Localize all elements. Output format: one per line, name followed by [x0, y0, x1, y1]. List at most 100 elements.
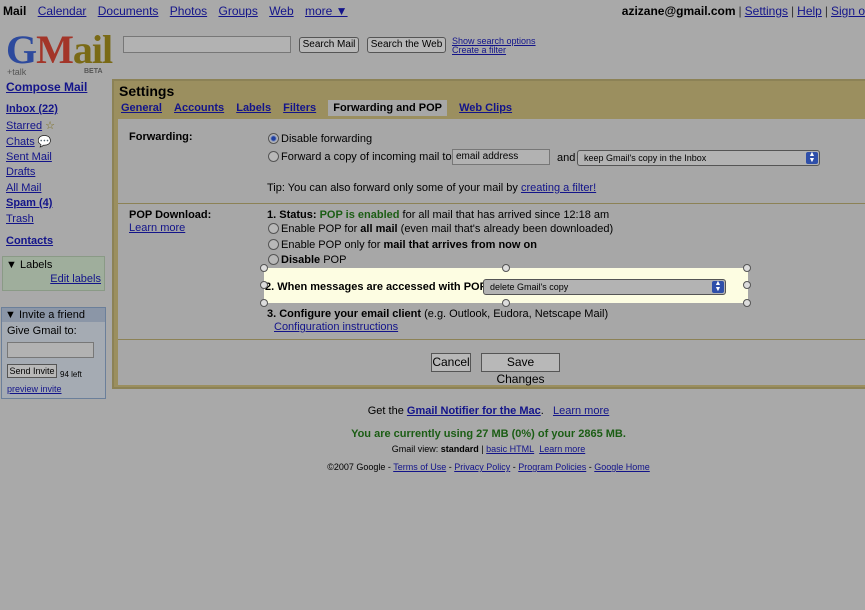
- tab-filters[interactable]: Filters: [283, 102, 316, 114]
- selection-handle[interactable]: [743, 281, 751, 289]
- view-learn-more-link[interactable]: Learn more: [539, 444, 585, 454]
- disable-forwarding-option[interactable]: Disable forwarding: [268, 133, 372, 145]
- forward-email-field[interactable]: email address: [452, 149, 550, 165]
- topnav-groups[interactable]: Groups: [218, 4, 257, 18]
- tab-web-clips[interactable]: Web Clips: [459, 102, 512, 114]
- sidebar-item-sent-mail[interactable]: Sent Mail: [6, 151, 52, 163]
- forward-copy-select[interactable]: keep Gmail's copy in the Inbox ▲ ▼: [577, 150, 820, 166]
- invite-email-input[interactable]: [7, 342, 94, 358]
- send-invite-button[interactable]: Send Invite: [7, 364, 57, 378]
- selection-handle[interactable]: [502, 299, 510, 307]
- sidebar-item-drafts[interactable]: Drafts: [6, 166, 35, 178]
- help-link[interactable]: Help: [797, 4, 822, 18]
- tab-accounts[interactable]: Accounts: [174, 102, 224, 114]
- pop-enabled-status: POP is enabled: [319, 209, 400, 221]
- and-label: and: [557, 152, 576, 164]
- radio-selected-icon[interactable]: [268, 133, 279, 144]
- radio-icon[interactable]: [268, 223, 279, 234]
- creating-filter-link[interactable]: creating a filter!: [521, 182, 596, 194]
- sidebar-item-starred[interactable]: Starred ☆: [6, 119, 55, 132]
- logo-m: M: [36, 27, 74, 72]
- gmail-logo[interactable]: GMail +talk BETA: [4, 27, 113, 78]
- tab-general[interactable]: General: [121, 102, 162, 114]
- selection-handle[interactable]: [260, 281, 268, 289]
- selection-handle[interactable]: [502, 264, 510, 272]
- search-web-button[interactable]: Search the Web: [367, 37, 446, 53]
- settings-link[interactable]: Settings: [745, 4, 788, 18]
- save-changes-button[interactable]: Save Changes: [481, 353, 560, 386]
- notifier-promo: Get the Gmail Notifier for the Mac. Lear…: [367, 405, 610, 417]
- invite-header-label: Invite a friend: [18, 309, 85, 321]
- terms-of-use-link[interactable]: Terms of Use: [393, 462, 446, 472]
- star-icon: ☆: [45, 120, 56, 132]
- sidebar-item-spam[interactable]: Spam (4): [6, 197, 52, 209]
- sidebar-item-label: Chats: [6, 136, 35, 148]
- pop-step2-row: 2. When messages are accessed with POP d…: [264, 268, 748, 303]
- sidebar-item-all-mail[interactable]: All Mail: [6, 182, 41, 194]
- tab-labels[interactable]: Labels: [236, 102, 271, 114]
- topnav-calendar[interactable]: Calendar: [38, 4, 87, 18]
- forwarding-label: Forwarding:: [129, 131, 193, 143]
- logo-g: G: [6, 27, 37, 72]
- google-home-link[interactable]: Google Home: [594, 462, 650, 472]
- pop-from-now-option[interactable]: Enable POP only for mail that arrives fr…: [268, 239, 537, 251]
- invite-header[interactable]: ▼ Invite a friend: [2, 308, 105, 322]
- gmail-view: Gmail view: standard | basic HTML Learn …: [391, 444, 586, 454]
- sign-out-link[interactable]: Sign o: [831, 4, 865, 18]
- selection-handle[interactable]: [743, 264, 751, 272]
- search-input[interactable]: [123, 36, 291, 53]
- forwarding-tip: Tip: You can also forward only some of y…: [267, 182, 597, 194]
- give-gmail-label: Give Gmail to:: [7, 325, 77, 337]
- current-view: standard: [440, 444, 479, 454]
- labels-header[interactable]: ▼ Labels: [6, 259, 52, 271]
- pop-learn-more-link[interactable]: Learn more: [129, 222, 185, 234]
- topnav-photos[interactable]: Photos: [170, 4, 207, 18]
- pop-disable-option[interactable]: Disable POP: [268, 254, 346, 266]
- triangle-down-icon: ▼: [5, 309, 16, 321]
- sidebar-item-contacts[interactable]: Contacts: [6, 235, 53, 247]
- triangle-down-icon: ▼: [6, 259, 17, 271]
- radio-icon[interactable]: [268, 151, 279, 162]
- privacy-policy-link[interactable]: Privacy Policy: [454, 462, 510, 472]
- edit-labels-link[interactable]: Edit labels: [50, 273, 101, 285]
- account-email: azizane@gmail.com: [621, 4, 736, 18]
- settings-panel: Settings General Accounts Labels Filters…: [112, 79, 865, 389]
- configuration-instructions-link[interactable]: Configuration instructions: [274, 321, 398, 333]
- tab-forwarding-and-pop[interactable]: Forwarding and POP: [328, 100, 448, 116]
- chat-bubble-icon: 💬: [37, 136, 52, 148]
- sidebar-item-chats[interactable]: Chats 💬: [6, 135, 52, 148]
- preview-invite-link[interactable]: preview invite: [7, 384, 62, 394]
- search-links: Show search options Create a filter: [452, 37, 536, 55]
- account-links: azizane@gmail.com | Settings | Help | Sign o: [621, 4, 865, 18]
- radio-icon[interactable]: [268, 239, 279, 250]
- sidebar-item-trash[interactable]: Trash: [6, 213, 34, 225]
- pop-all-mail-option[interactable]: Enable POP for all mail (even mail that'…: [268, 223, 613, 235]
- labels-header-label: Labels: [19, 259, 53, 271]
- search-mail-button[interactable]: Search Mail: [299, 37, 359, 53]
- cancel-button[interactable]: Cancel: [431, 353, 471, 372]
- gmail-notifier-link[interactable]: Gmail Notifier for the Mac: [407, 405, 541, 417]
- compose-mail-link[interactable]: Compose Mail: [6, 80, 87, 94]
- logo-beta: BETA: [84, 68, 103, 75]
- pop-action-select[interactable]: delete Gmail's copy ▲ ▼: [483, 279, 726, 295]
- create-filter-link[interactable]: Create a filter: [452, 46, 536, 55]
- selection-handle[interactable]: [260, 264, 268, 272]
- topnav-documents[interactable]: Documents: [98, 4, 159, 18]
- selection-handle[interactable]: [260, 299, 268, 307]
- basic-html-link[interactable]: basic HTML: [486, 444, 534, 454]
- settings-tabs: General Accounts Labels Filters Forwardi…: [121, 100, 521, 116]
- radio-icon[interactable]: [268, 254, 279, 265]
- page-title: Settings: [119, 83, 175, 99]
- invites-left-count: 94 left: [60, 370, 82, 379]
- pop-status: 1. Status: POP is enabled for all mail t…: [267, 209, 610, 221]
- topnav-more[interactable]: more ▼: [305, 4, 348, 18]
- forward-copy-option[interactable]: Forward a copy of incoming mail to: [268, 151, 452, 163]
- topnav-web[interactable]: Web: [269, 4, 293, 18]
- settings-content: Forwarding: Disable forwarding Forward a…: [118, 119, 865, 385]
- sidebar-item-inbox[interactable]: Inbox (22): [6, 103, 58, 115]
- selection-handle[interactable]: [743, 299, 751, 307]
- invite-box: ▼ Invite a friend Give Gmail to: Send In…: [1, 307, 106, 399]
- notifier-learn-more-link[interactable]: Learn more: [553, 405, 609, 417]
- top-bar: Mail Calendar Documents Photos Groups We…: [0, 0, 865, 22]
- program-policies-link[interactable]: Program Policies: [518, 462, 586, 472]
